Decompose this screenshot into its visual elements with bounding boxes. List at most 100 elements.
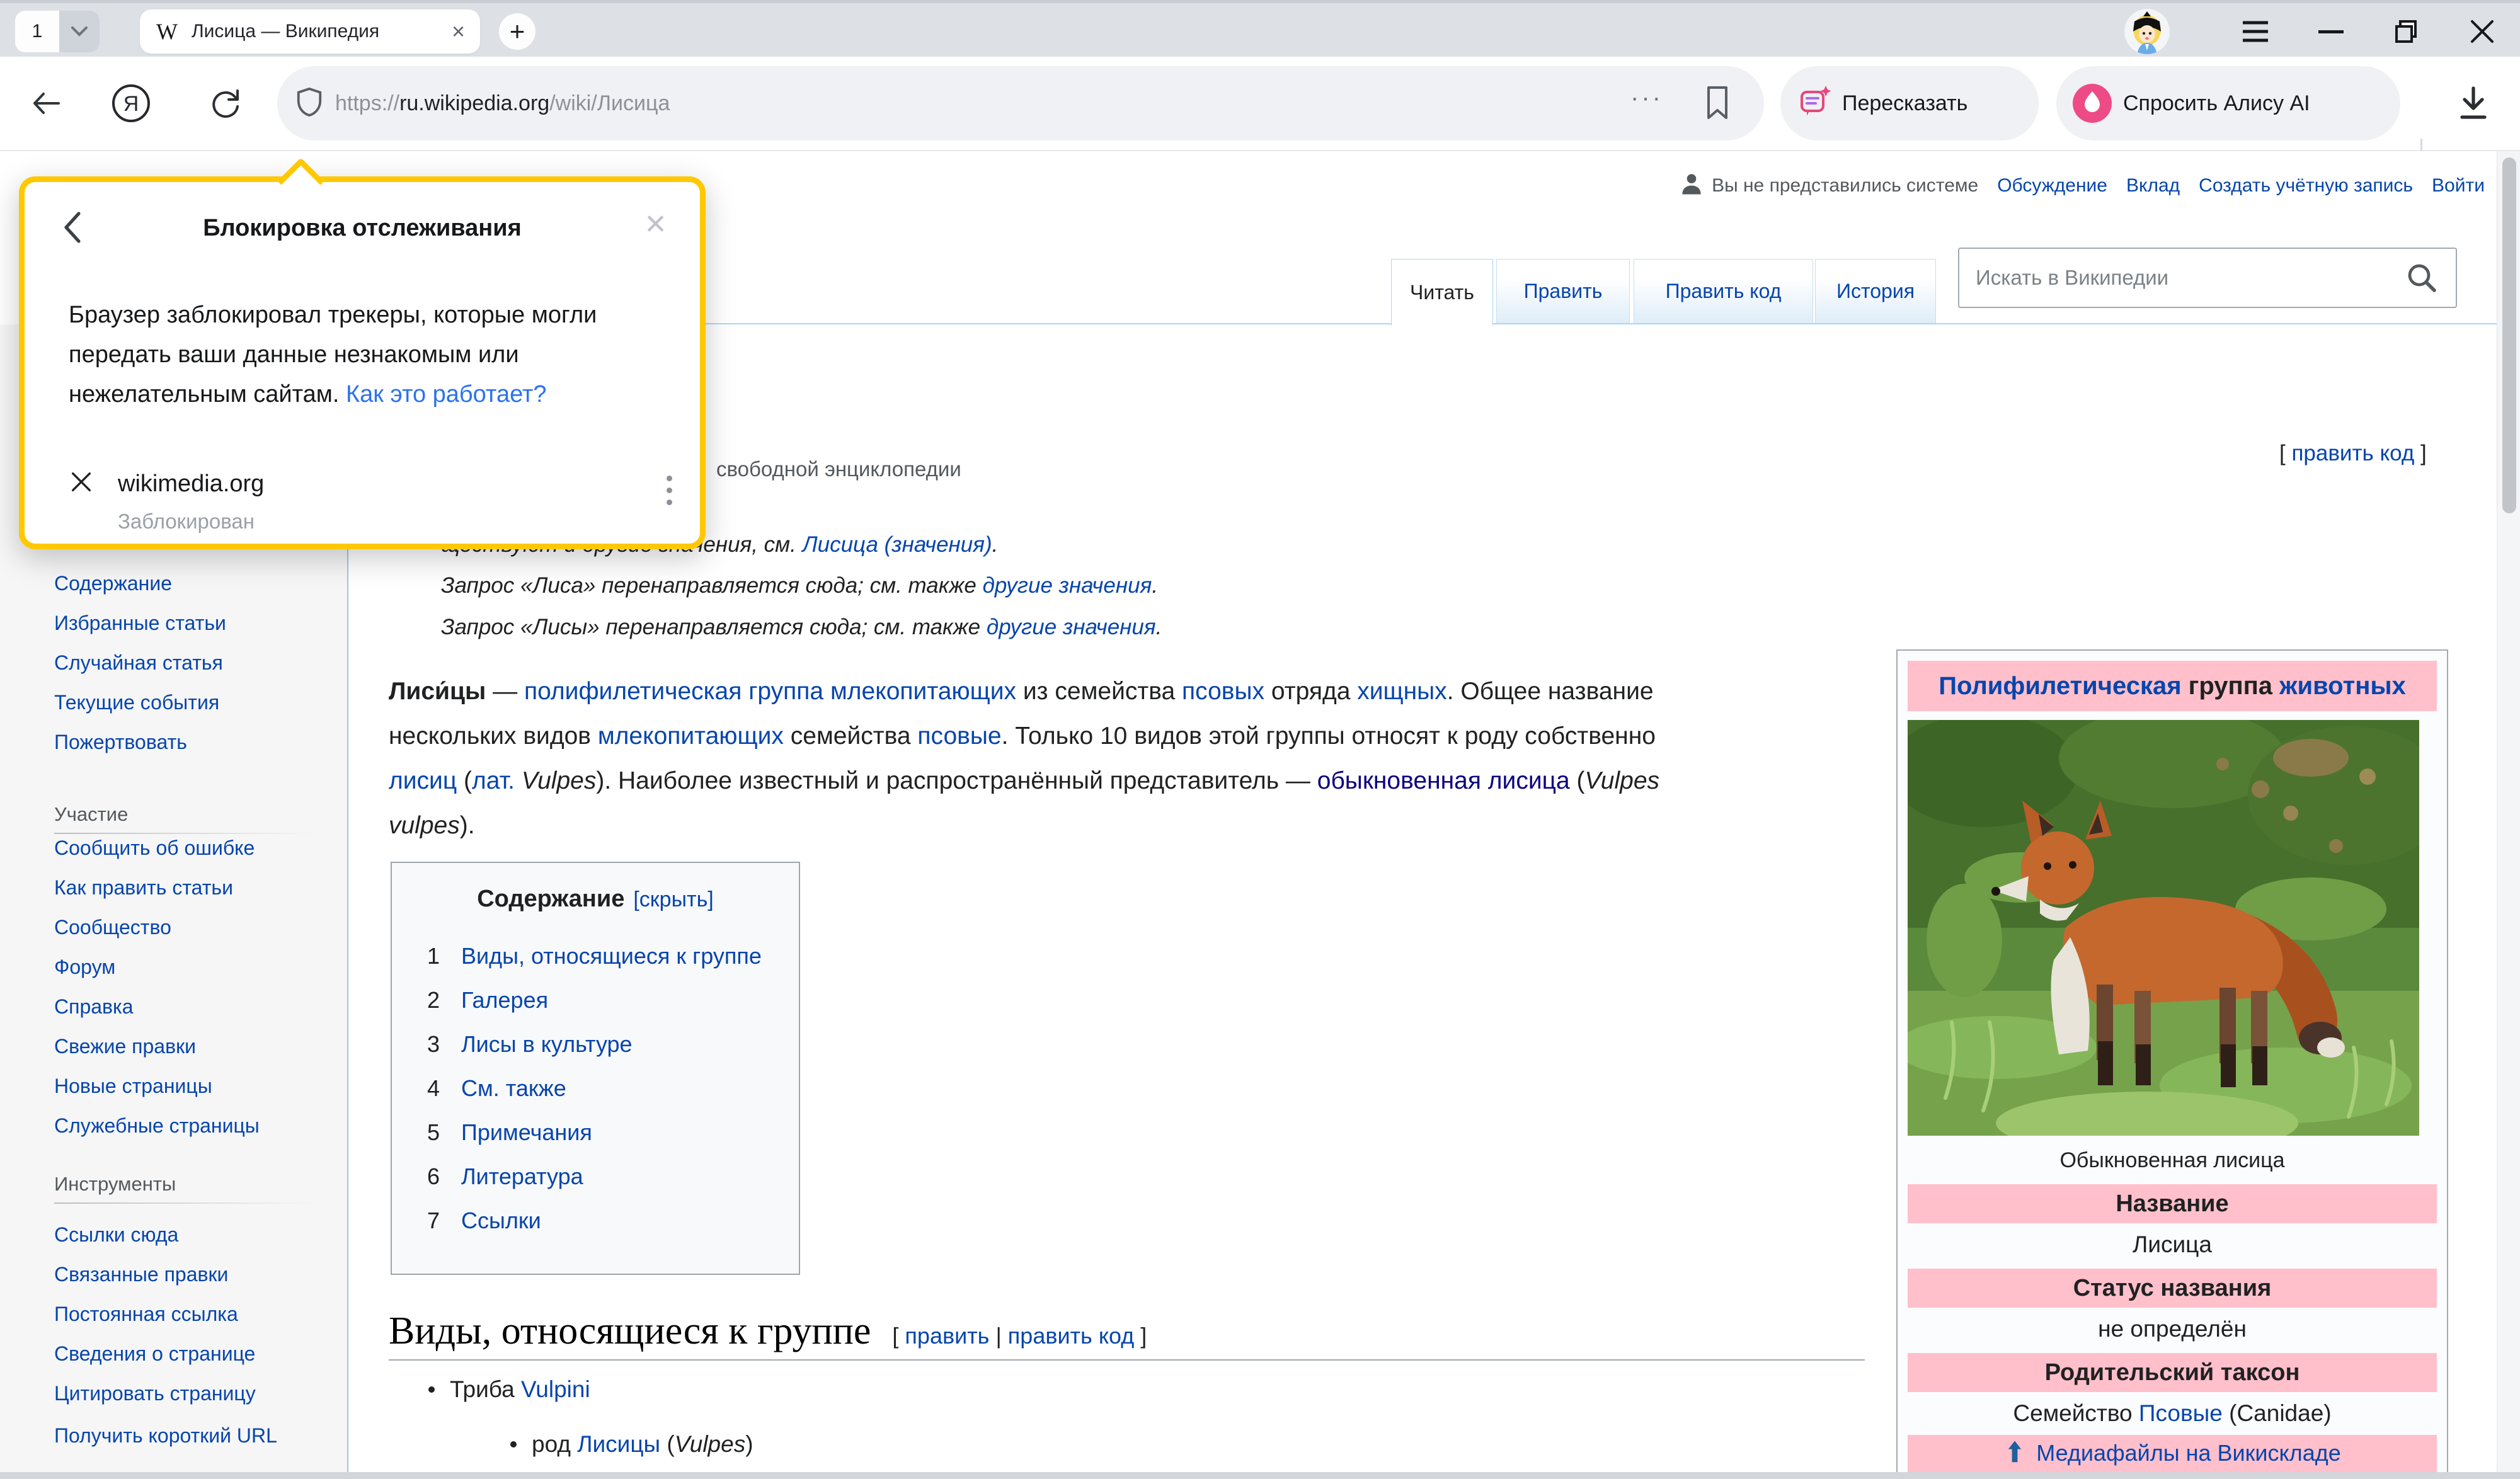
toc-item[interactable]: 1Виды, относящиеся к группе xyxy=(392,934,799,978)
sidebar-link[interactable]: Текущие события xyxy=(54,683,331,722)
inline-link[interactable]: Псовые xyxy=(2139,1400,2223,1426)
inline-link[interactable]: другие значения xyxy=(987,615,1156,639)
sidebar-link[interactable]: Случайная статья xyxy=(54,643,331,683)
commons-icon xyxy=(2003,1440,2026,1468)
sidebar-link[interactable]: Связанные правки xyxy=(54,1255,331,1294)
sidebar-link[interactable]: Как править статьи xyxy=(54,868,331,908)
tab-read[interactable]: Читать xyxy=(1391,259,1493,326)
personal-links: Обсуждение Вклад Создать учётную запись Вой… xyxy=(1978,175,2485,197)
inline-link[interactable]: другие значения xyxy=(983,573,1152,598)
inline-link[interactable]: хищных xyxy=(1357,678,1446,705)
personal-link[interactable]: Создать учётную запись xyxy=(2199,175,2413,197)
inline-link[interactable]: обыкновенная лисица xyxy=(1317,767,1570,794)
restore-button[interactable] xyxy=(2369,3,2444,60)
personal-link[interactable]: Вклад xyxy=(2126,175,2180,197)
text-segment: . xyxy=(992,532,999,557)
hatnote-lisa: Запрос «Лиса» перенаправляется сюда; см.… xyxy=(441,573,1158,598)
sidebar-link[interactable]: Избранные статьи xyxy=(54,603,331,643)
sidebar-link[interactable]: Пожертвовать xyxy=(54,722,331,762)
popup-close-icon[interactable]: ✕ xyxy=(644,208,667,241)
inline-link[interactable]: млекопитающих xyxy=(830,678,1016,705)
inline-link[interactable]: лат. xyxy=(472,767,515,794)
tab-edit-source[interactable]: Править код xyxy=(1634,259,1813,323)
sidebar-link[interactable]: Свежие правки xyxy=(54,1027,331,1066)
menu-icon[interactable] xyxy=(2218,3,2293,60)
url-field[interactable]: https://ru.wikipedia.org/wiki/Лисица ··· xyxy=(277,66,1764,140)
inline-link[interactable]: полифилетическая группа xyxy=(524,678,823,705)
sidebar-link[interactable]: Сведения о странице xyxy=(54,1334,331,1374)
toc-item[interactable]: 3Лисы в культуре xyxy=(392,1022,799,1066)
tab-group-button[interactable]: 1 xyxy=(15,11,100,52)
sidebar-link[interactable]: Сообщество xyxy=(54,908,331,947)
url-more-icon[interactable]: ··· xyxy=(1630,84,1663,112)
shield-icon[interactable] xyxy=(295,86,324,122)
section-heading-row: Виды, относящиеся к группе [ править | п… xyxy=(389,1309,1147,1354)
text-segment xyxy=(515,767,522,794)
ask-alice-button[interactable]: Спросить Алису AI xyxy=(2056,66,2400,140)
toc-item[interactable]: 5Примечания xyxy=(392,1111,799,1155)
commons-link[interactable]: Медиафайлы на Викискладе xyxy=(2036,1440,2341,1466)
alice-icon xyxy=(2073,84,2112,123)
new-tab-button[interactable]: + xyxy=(499,13,536,50)
inline-link[interactable]: псовых xyxy=(1182,678,1264,705)
sidebar-link[interactable]: Служебные страницы xyxy=(54,1106,331,1146)
bullet-icon xyxy=(428,1386,435,1393)
sidebar-link[interactable]: Справка xyxy=(54,987,331,1027)
inline-link[interactable]: править xyxy=(905,1323,989,1349)
tab-group-count[interactable]: 1 xyxy=(15,11,59,52)
inline-link[interactable]: млекопитающих xyxy=(598,722,784,750)
inline-link[interactable]: править код xyxy=(2291,441,2414,465)
sidebar-link[interactable]: Получить короткий URL xyxy=(54,1420,325,1451)
sidebar-link[interactable]: Цитировать страницу xyxy=(54,1374,331,1413)
tab-close-icon[interactable]: × xyxy=(452,18,465,45)
inline-link[interactable]: Полифилетическая xyxy=(1939,672,2181,700)
download-icon[interactable] xyxy=(2447,57,2500,150)
kebab-menu-icon[interactable] xyxy=(667,476,672,505)
sidebar-link[interactable]: Постоянная ссылка xyxy=(54,1294,331,1334)
fox-photo xyxy=(1908,720,2419,1136)
retell-button[interactable]: Пересказать xyxy=(1780,66,2039,140)
section-edit-links[interactable]: [ править | править код ] xyxy=(892,1323,1147,1349)
scrollbar-thumb[interactable] xyxy=(2502,157,2516,513)
search-input[interactable] xyxy=(1958,248,2457,308)
chevron-down-icon[interactable] xyxy=(59,11,100,52)
yandex-icon[interactable]: Я xyxy=(106,57,156,150)
toc-item[interactable]: 7Ссылки xyxy=(392,1199,799,1243)
personal-link[interactable]: Обсуждение xyxy=(1997,175,2107,197)
sidebar-link[interactable]: Содержание xyxy=(54,564,331,603)
search-icon[interactable] xyxy=(2405,261,2438,297)
bookmark-icon[interactable] xyxy=(1704,85,1731,123)
sidebar-link[interactable]: Форум xyxy=(54,947,331,987)
url-scheme: https:// xyxy=(335,91,399,115)
inline-link[interactable]: Лисицы xyxy=(577,1431,660,1457)
browser-tab[interactable]: W Лисица — Википедия × xyxy=(140,9,480,54)
close-window-button[interactable] xyxy=(2444,3,2520,60)
toc-hide-link[interactable]: [скрыть] xyxy=(633,888,713,911)
toc-item[interactable]: 4См. также xyxy=(392,1066,799,1111)
edit-source-link-top[interactable]: [ править код ] xyxy=(2279,441,2427,466)
inline-link[interactable]: животных xyxy=(2279,672,2406,700)
inline-link[interactable]: Как это работает? xyxy=(346,381,547,408)
tab-history[interactable]: История xyxy=(1815,259,1936,323)
tab-edit[interactable]: Править xyxy=(1496,259,1630,323)
inline-link[interactable]: Vulpini xyxy=(521,1376,590,1402)
reload-icon[interactable] xyxy=(200,57,251,150)
tracker-block-icon[interactable] xyxy=(69,469,94,498)
sidebar-link[interactable]: Новые страницы xyxy=(54,1066,331,1106)
inline-link[interactable]: Лисица (значения) xyxy=(803,532,992,557)
tracker-domain: wikimedia.org xyxy=(118,471,264,498)
text-segment: из семейства xyxy=(1016,678,1182,705)
taxobox-image-caption: Обыкновенная лисица xyxy=(1908,1146,2437,1174)
minimize-button[interactable] xyxy=(2293,3,2369,60)
back-icon[interactable] xyxy=(24,57,68,150)
text-segment: не определён xyxy=(2098,1316,2247,1342)
profile-avatar[interactable] xyxy=(2124,9,2170,54)
inline-link[interactable]: псовые xyxy=(917,722,1001,750)
personal-link[interactable]: Войти xyxy=(2432,175,2485,197)
toc-item[interactable]: 6Литература xyxy=(392,1155,799,1199)
sidebar-link[interactable]: Ссылки сюда xyxy=(54,1215,331,1255)
sidebar-link[interactable]: Сообщить об ошибке xyxy=(54,828,331,868)
toc-item[interactable]: 2Галерея xyxy=(392,978,799,1022)
inline-link[interactable]: лисиц xyxy=(389,767,457,794)
inline-link[interactable]: править код xyxy=(1008,1323,1134,1349)
